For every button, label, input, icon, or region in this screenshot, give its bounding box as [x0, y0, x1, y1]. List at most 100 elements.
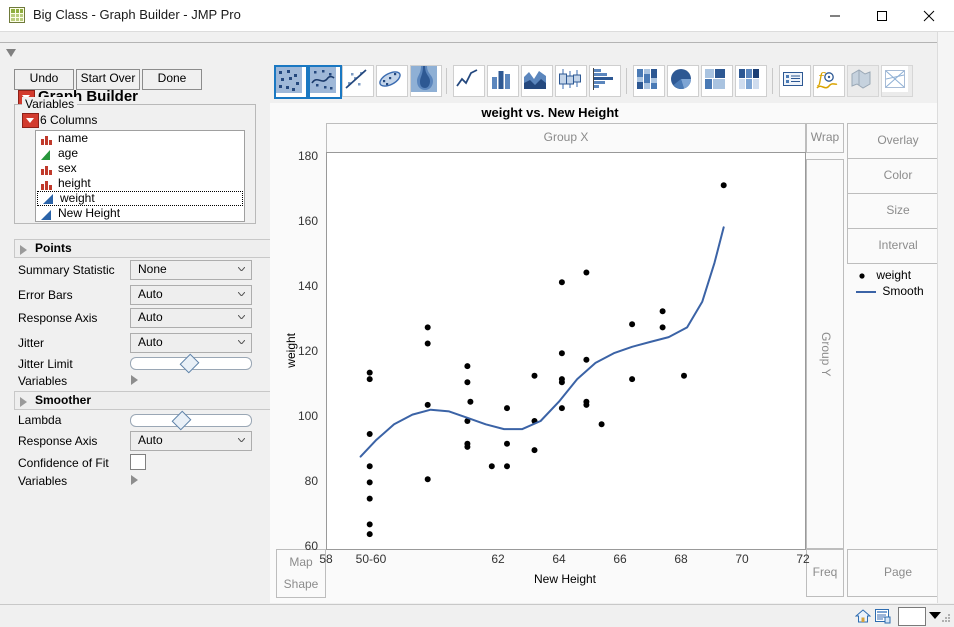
scatter-point[interactable]: [629, 376, 635, 382]
area-icon[interactable]: [521, 65, 553, 97]
variable-item-weight[interactable]: weight: [37, 191, 243, 206]
summary-statistic-select[interactable]: None: [130, 260, 252, 280]
lambda-thumb[interactable]: [172, 411, 192, 431]
scatter-point[interactable]: [425, 402, 431, 408]
variable-item-name[interactable]: name: [36, 131, 244, 146]
scatter-point[interactable]: [367, 531, 373, 537]
points-section-header[interactable]: Points: [14, 239, 276, 258]
variable-item-age[interactable]: age: [36, 146, 244, 161]
scatter-point[interactable]: [599, 421, 605, 427]
confidence-of-fit-checkbox[interactable]: [130, 454, 146, 470]
scatter-point[interactable]: [425, 341, 431, 347]
scatter-point[interactable]: [559, 405, 565, 411]
points-variables-expander-icon[interactable]: [131, 375, 138, 385]
dropzone-interval[interactable]: Interval: [847, 228, 949, 264]
maximize-button[interactable]: [861, 0, 907, 31]
caption-box-icon[interactable]: [779, 65, 811, 97]
mosaic-icon[interactable]: [633, 65, 665, 97]
points-response-axis-select[interactable]: Auto: [130, 308, 252, 328]
done-button[interactable]: Done: [142, 69, 202, 90]
scatter-point[interactable]: [559, 379, 565, 385]
jitter-limit-slider[interactable]: [130, 357, 252, 370]
color-swatch-box[interactable]: [898, 607, 926, 626]
pie-icon[interactable]: [667, 65, 699, 97]
error-bars-select[interactable]: Auto: [130, 285, 252, 305]
scatter-point[interactable]: [367, 431, 373, 437]
scatter-point[interactable]: [464, 444, 470, 450]
line-icon[interactable]: [453, 65, 485, 97]
treemap-icon[interactable]: [701, 65, 733, 97]
close-button[interactable]: [908, 0, 954, 31]
scatter-point[interactable]: [583, 357, 589, 363]
contour-icon[interactable]: [410, 65, 442, 97]
scatter-point[interactable]: [559, 279, 565, 285]
scatter-point[interactable]: [367, 370, 373, 376]
scatter-point[interactable]: [681, 373, 687, 379]
variable-item-new-height[interactable]: New Height: [36, 206, 244, 221]
dropzone-color[interactable]: Color: [847, 158, 949, 194]
ellipse-icon[interactable]: [376, 65, 408, 97]
smoother-icon[interactable]: [308, 65, 342, 99]
heatmap-icon[interactable]: [735, 65, 767, 97]
scatter-point[interactable]: [367, 496, 373, 502]
points-icon[interactable]: [274, 65, 308, 99]
scatter-point[interactable]: [467, 399, 473, 405]
dropzone-group-y[interactable]: Group Y: [806, 159, 844, 549]
variable-item-height[interactable]: height: [36, 176, 244, 191]
plot-area[interactable]: [326, 152, 806, 550]
home-window-icon[interactable]: [855, 608, 871, 627]
histogram-icon[interactable]: [589, 65, 621, 97]
scatter-point[interactable]: [367, 479, 373, 485]
scatter-point[interactable]: [532, 447, 538, 453]
columns-menu-icon[interactable]: [22, 113, 39, 128]
smoother-response-axis-select[interactable]: Auto: [130, 431, 252, 451]
scatter-point[interactable]: [367, 376, 373, 382]
points-disclosure-icon[interactable]: [20, 245, 27, 255]
scatter-point[interactable]: [660, 308, 666, 314]
scatter-point[interactable]: [504, 463, 510, 469]
scatter-point[interactable]: [425, 476, 431, 482]
start-over-button[interactable]: Start Over: [76, 69, 140, 90]
undo-button[interactable]: Undo: [14, 69, 74, 90]
formula-icon[interactable]: f: [813, 65, 845, 97]
variable-list[interactable]: name age sex height weight: [35, 130, 245, 222]
scatter-point[interactable]: [504, 441, 510, 447]
scatter-point[interactable]: [464, 379, 470, 385]
scatter-point[interactable]: [367, 521, 373, 527]
bar-icon[interactable]: [487, 65, 519, 97]
scatter-point[interactable]: [489, 463, 495, 469]
smoother-section-header[interactable]: Smoother: [14, 391, 276, 410]
lambda-slider[interactable]: [130, 414, 252, 427]
jitter-limit-thumb[interactable]: [180, 354, 200, 374]
minimize-button[interactable]: [814, 0, 860, 31]
scatter-point[interactable]: [367, 463, 373, 469]
vertical-scrollbar[interactable]: [937, 32, 954, 603]
scatter-point[interactable]: [629, 321, 635, 327]
line-of-fit-icon[interactable]: [342, 65, 374, 97]
dropzone-wrap[interactable]: Wrap: [806, 123, 844, 153]
legend-entry-smooth[interactable]: Smooth: [855, 284, 924, 298]
scatter-point[interactable]: [504, 405, 510, 411]
resize-grip-icon[interactable]: [939, 611, 951, 626]
variable-item-sex[interactable]: sex: [36, 161, 244, 176]
box-plot-icon[interactable]: [555, 65, 587, 97]
smoother-disclosure-icon[interactable]: [20, 397, 27, 407]
scatter-point[interactable]: [583, 402, 589, 408]
scatter-point[interactable]: [660, 324, 666, 330]
scatter-point[interactable]: [583, 270, 589, 276]
parallel-plot-icon[interactable]: [881, 65, 913, 97]
map-shapes-icon[interactable]: [847, 65, 879, 97]
outline-disclosure-icon[interactable]: [6, 49, 16, 57]
scatter-point[interactable]: [425, 324, 431, 330]
smoother-variables-expander-icon[interactable]: [131, 475, 138, 485]
scatter-point[interactable]: [532, 373, 538, 379]
dropzone-page[interactable]: Page: [847, 549, 949, 597]
scatter-point[interactable]: [721, 182, 727, 188]
dropzone-group-x[interactable]: Group X: [326, 123, 806, 153]
scatter-point[interactable]: [559, 350, 565, 356]
scatter-point[interactable]: [464, 363, 470, 369]
legend-entry-weight[interactable]: weight: [855, 268, 911, 282]
report-window-icon[interactable]: [875, 608, 891, 627]
dropzone-size[interactable]: Size: [847, 193, 949, 229]
jitter-select[interactable]: Auto: [130, 333, 252, 353]
